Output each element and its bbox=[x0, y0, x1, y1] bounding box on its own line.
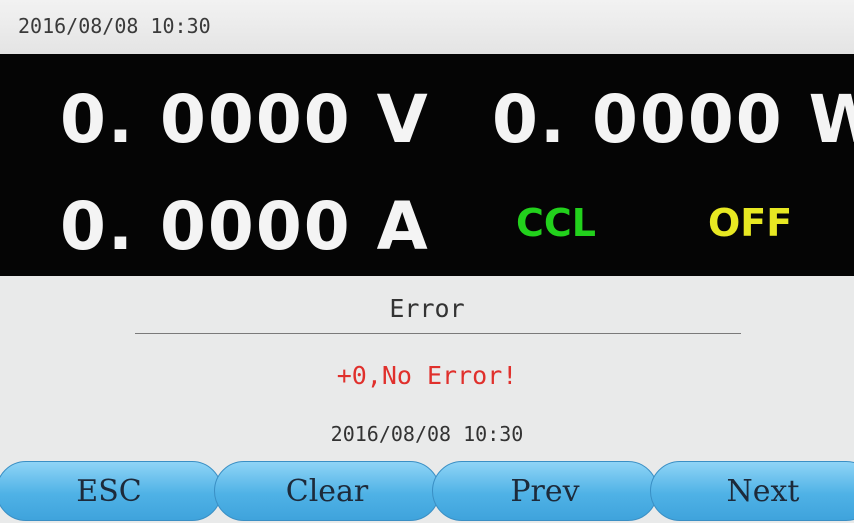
error-divider bbox=[135, 333, 741, 334]
voltage-reading: 0. 0000 V bbox=[60, 81, 430, 158]
power-reading: 0. 0000 W bbox=[492, 81, 854, 158]
error-panel-title: Error bbox=[389, 294, 465, 323]
status-bar: 2016/08/08 10:30 bbox=[0, 0, 854, 54]
error-panel: Error +0,No Error! 2016/08/08 10:30 bbox=[0, 276, 854, 461]
esc-button[interactable]: ESC bbox=[0, 461, 222, 521]
prev-button[interactable]: Prev bbox=[432, 461, 658, 521]
error-timestamp: 2016/08/08 10:30 bbox=[330, 422, 524, 446]
mode-indicator: CCL bbox=[516, 201, 596, 245]
status-datetime: 2016/08/08 10:30 bbox=[18, 14, 211, 38]
clear-button[interactable]: Clear bbox=[214, 461, 440, 521]
next-button[interactable]: Next bbox=[650, 461, 854, 521]
error-message: +0,No Error! bbox=[336, 361, 518, 390]
measurement-display: 0. 0000 V 0. 0000 W 0. 0000 A CCL OFF bbox=[0, 54, 854, 276]
instrument-screen: 2016/08/08 10:30 0. 0000 V 0. 0000 W 0. … bbox=[0, 0, 854, 523]
softkey-bar: ESC Clear Prev Next bbox=[0, 461, 854, 523]
current-reading: 0. 0000 A bbox=[60, 188, 430, 265]
output-state-indicator: OFF bbox=[708, 201, 793, 245]
